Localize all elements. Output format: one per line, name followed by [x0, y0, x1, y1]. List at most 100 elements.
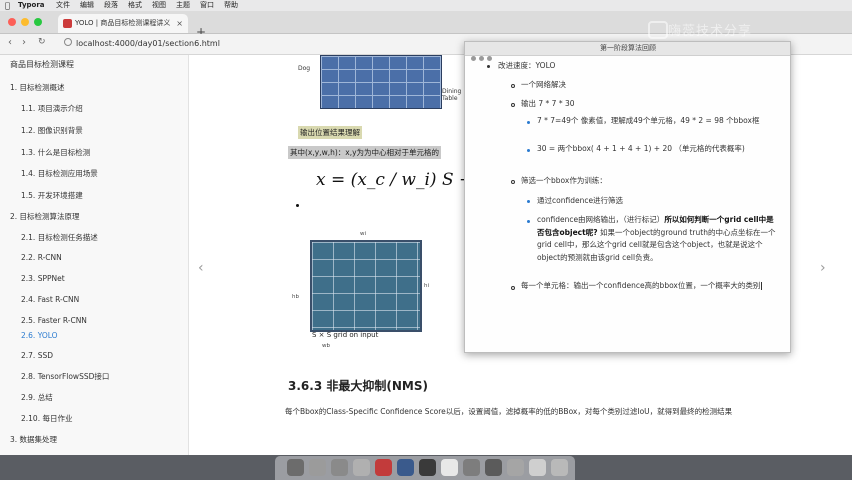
- bullet-icon: [527, 220, 530, 223]
- notes-titlebar[interactable]: 第一阶段算法回顾: [465, 42, 790, 61]
- menu-item-help[interactable]: 帮助: [224, 0, 238, 11]
- sidebar-item-1-4[interactable]: 1.4. 目标检测应用场景: [21, 168, 98, 179]
- menu-item-view[interactable]: 视图: [152, 0, 166, 11]
- sidebar-item-2-6[interactable]: 2.6. YOLO: [21, 331, 58, 340]
- paragraph: 每个Bbox的Class-Specific Confidence Score以后…: [285, 407, 733, 416]
- close-window-button[interactable]: [8, 18, 16, 26]
- minimize-window-button[interactable]: [21, 18, 29, 26]
- sidebar-item-3[interactable]: 3. 数据集处理: [10, 434, 57, 445]
- dock-app-icon[interactable]: [419, 459, 436, 476]
- watermark-logo-icon: [648, 21, 668, 39]
- sidebar-item-2-7[interactable]: 2.7. SSD: [21, 351, 53, 360]
- reload-icon[interactable]: ↻: [38, 37, 46, 47]
- note-line-3: 输出 7 * 7 * 30: [521, 99, 575, 108]
- sidebar-item-2-4[interactable]: 2.4. Fast R-CNN: [21, 295, 79, 304]
- menu-item-edit[interactable]: 编辑: [80, 0, 94, 11]
- favicon-icon: [63, 19, 72, 28]
- figure-label-wb: wb: [322, 343, 330, 349]
- note-line-6: 筛选一个bbox作为训练：: [521, 176, 607, 185]
- apple-icon[interactable]: : [5, 0, 10, 11]
- bullet-icon: [511, 84, 515, 88]
- trash-icon[interactable]: [551, 459, 568, 476]
- figure-label-dog: Dog: [298, 65, 311, 72]
- next-page-icon[interactable]: ›: [820, 260, 826, 276]
- menu-item-theme[interactable]: 主题: [176, 0, 190, 11]
- dock-app-icon[interactable]: [485, 459, 502, 476]
- note-line-8: confidence由网络输出，（进行标记）所以如何判断一个grid cell中…: [537, 214, 777, 264]
- forward-icon[interactable]: ›: [22, 37, 26, 48]
- note-line-5: 30 = 两个bbox( 4 + 1 + 4 + 1) + 20 （单元格的代表…: [537, 144, 745, 153]
- watermark: 嗨蕊技术分享: [668, 24, 753, 39]
- dock-app-icon[interactable]: [353, 459, 370, 476]
- notes-title: 第一阶段算法回顾: [600, 44, 656, 52]
- dock-app-icon[interactable]: [287, 459, 304, 476]
- sidebar-item-1[interactable]: 1. 目标检测概述: [10, 82, 65, 93]
- dock-app-icon[interactable]: [463, 459, 480, 476]
- sidebar-item-2-2[interactable]: 2.2. R-CNN: [21, 253, 62, 262]
- bullet-icon: [511, 103, 515, 107]
- menu-app-name[interactable]: Typora: [18, 0, 45, 11]
- toc-sidebar: 商品目标检测课程 1. 目标检测概述 1.1. 项目演示介绍 1.2. 图像识别…: [0, 55, 189, 455]
- sidebar-item-1-2[interactable]: 1.2. 图像识别背景: [21, 125, 83, 136]
- bullet-icon: [527, 200, 530, 203]
- figure-label-hb: hb: [292, 294, 299, 300]
- note-line-2: 一个网络解决: [521, 80, 566, 89]
- sidebar-title[interactable]: 商品目标检测课程: [10, 59, 74, 70]
- section-heading: 3.6.3 非最大抑制(NMS): [288, 379, 428, 393]
- menu-item-file[interactable]: 文件: [56, 0, 70, 11]
- notes-window[interactable]: 第一阶段算法回顾 改进速度：YOLO 一个网络解决 输出 7 * 7 * 30 …: [464, 41, 791, 353]
- dock-app-icon[interactable]: [397, 459, 414, 476]
- tab-close-icon[interactable]: ×: [176, 14, 183, 33]
- sidebar-item-2-10[interactable]: 2.10. 每日作业: [21, 413, 72, 424]
- sidebar-item-2-1[interactable]: 2.1. 目标检测任务描述: [21, 232, 98, 243]
- url-field[interactable]: localhost:4000/day01/section6.html: [64, 37, 220, 51]
- dock-app-icon[interactable]: [529, 459, 546, 476]
- bullet-icon: [527, 149, 530, 152]
- sidebar-item-2-3[interactable]: 2.3. SPPNet: [21, 274, 65, 283]
- list-bullet-icon: [296, 204, 299, 207]
- sidebar-item-1-5[interactable]: 1.5. 开发环境搭建: [21, 190, 83, 201]
- sidebar-item-2-5[interactable]: 2.5. Faster R-CNN: [21, 316, 87, 325]
- note-line-9[interactable]: 每一个单元格：输出一个confidence高的bbox位置，一个概率大的类别: [521, 280, 776, 293]
- bullet-icon: [511, 286, 515, 290]
- sidebar-item-1-1[interactable]: 1.1. 项目演示介绍: [21, 103, 83, 114]
- tab-title: YOLO | 商品目标检测课程讲义: [75, 19, 171, 27]
- sidebar-item-2-8[interactable]: 2.8. TensorFlowSSD接口: [21, 371, 109, 382]
- dock-app-icon[interactable]: [507, 459, 524, 476]
- bullet-icon: [487, 65, 490, 68]
- window-controls[interactable]: [471, 46, 495, 65]
- menu-item-paragraph[interactable]: 段落: [104, 0, 118, 11]
- figure-caption: S × S grid on input: [312, 331, 379, 339]
- note-line-8-a: confidence由网络输出，（进行标记）: [537, 215, 665, 224]
- note-line-4: 7 * 7=49个 像素值，理解成49个单元格，49 * 2 = 98 个bbo…: [537, 116, 760, 125]
- prev-page-icon[interactable]: ‹: [198, 260, 204, 276]
- note-line-9-text: 每一个单元格：输出一个confidence高的bbox位置，一个概率大的类别: [521, 281, 761, 290]
- bbox-figure-image: [310, 240, 422, 332]
- url-text: localhost:4000/day01/section6.html: [76, 39, 220, 48]
- dock: [275, 456, 575, 480]
- highlighted-text: 其中(x,y,w,h)：x,y为为中心相对于单元格的: [288, 146, 442, 159]
- sidebar-item-2-9[interactable]: 2.9. 总结: [21, 392, 53, 403]
- dock-app-icon[interactable]: [331, 459, 348, 476]
- bullet-icon: [527, 121, 530, 124]
- sidebar-item-1-3[interactable]: 1.3. 什么是目标检测: [21, 147, 90, 158]
- note-line-7: 通过confidence进行筛选: [537, 196, 624, 205]
- info-icon: [64, 38, 72, 46]
- grid-figure-image: [320, 55, 442, 109]
- menu-item-format[interactable]: 格式: [128, 0, 142, 11]
- browser-tab[interactable]: YOLO | 商品目标检测课程讲义 ×: [58, 14, 188, 33]
- dock-app-icon[interactable]: [441, 459, 458, 476]
- note-line-1: 改进速度：YOLO: [498, 61, 556, 70]
- dock-app-icon[interactable]: [375, 459, 392, 476]
- back-icon[interactable]: ‹: [8, 37, 12, 48]
- figure-label-wi: wi: [360, 231, 367, 237]
- figure-label-hi: hi: [424, 283, 430, 289]
- bullet-heading: 输出位置结果理解: [298, 126, 362, 139]
- zoom-window-button[interactable]: [34, 18, 42, 26]
- menu-item-window[interactable]: 窗口: [200, 0, 214, 11]
- sidebar-item-2[interactable]: 2. 目标检测算法原理: [10, 211, 80, 222]
- figure-label-dining-table: Dining Table: [442, 88, 462, 102]
- text-cursor: [761, 282, 763, 290]
- bullet-icon: [511, 180, 515, 184]
- dock-app-icon[interactable]: [309, 459, 326, 476]
